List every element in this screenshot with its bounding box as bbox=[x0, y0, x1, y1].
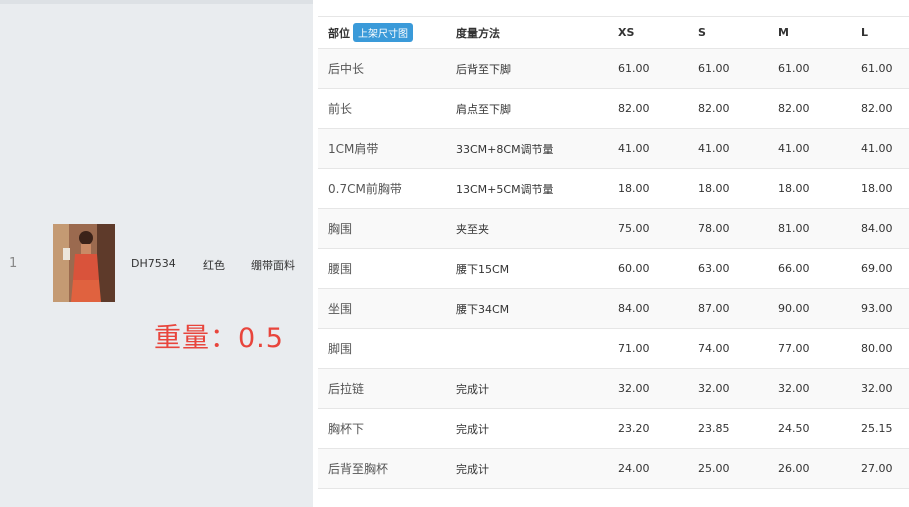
header-part: 部位 上架尺寸图 bbox=[318, 16, 446, 49]
cell-method: 完成计 bbox=[446, 448, 608, 489]
cell-size-value: 18.00 bbox=[851, 168, 909, 209]
table-row: 后背至胸杯 完成计 24.00 25.00 26.00 27.00 bbox=[318, 448, 909, 489]
cell-part: 脚围 bbox=[318, 328, 446, 369]
cell-part: 后中长 bbox=[318, 48, 446, 89]
cell-size-value: 24.00 bbox=[608, 448, 688, 489]
cell-size-value: 61.00 bbox=[608, 48, 688, 89]
size-chart-badge-button[interactable]: 上架尺寸图 bbox=[353, 23, 413, 42]
cell-size-value: 84.00 bbox=[851, 208, 909, 249]
cell-size-value: 80.00 bbox=[851, 328, 909, 369]
table-row: 后中长 后背至下脚 61.00 61.00 61.00 61.00 bbox=[318, 48, 909, 89]
table-row: 0.7CM前胸带 13CM+5CM调节量 18.00 18.00 18.00 18.00 bbox=[318, 168, 909, 209]
cell-size-value: 90.00 bbox=[768, 288, 851, 329]
header-size-s: S bbox=[688, 16, 768, 49]
cell-size-value: 84.00 bbox=[608, 288, 688, 329]
table-row: 1CM肩带 33CM+8CM调节量 41.00 41.00 41.00 41.00 bbox=[318, 128, 909, 169]
header-method: 度量方法 bbox=[446, 16, 608, 49]
table-row: 坐围 腰下34CM 84.00 87.00 90.00 93.00 bbox=[318, 288, 909, 329]
cell-method: 完成计 bbox=[446, 368, 608, 409]
cell-size-value: 61.00 bbox=[768, 48, 851, 89]
cell-size-value: 25.15 bbox=[851, 408, 909, 449]
cell-part: 后拉链 bbox=[318, 368, 446, 409]
cell-size-value: 32.00 bbox=[688, 368, 768, 409]
cell-method: 腰下34CM bbox=[446, 288, 608, 329]
cell-size-value: 93.00 bbox=[851, 288, 909, 329]
cell-size-value: 61.00 bbox=[851, 48, 909, 89]
table-row: 后拉链 完成计 32.00 32.00 32.00 32.00 bbox=[318, 368, 909, 409]
row-index: 1 bbox=[9, 256, 18, 271]
product-thumbnail[interactable] bbox=[53, 224, 115, 302]
cell-part: 前长 bbox=[318, 88, 446, 129]
header-size-l: L bbox=[851, 16, 909, 49]
cell-part: 1CM肩带 bbox=[318, 128, 446, 169]
size-table-body: 后中长 后背至下脚 61.00 61.00 61.00 61.00 前长 肩点至下脚 82.00… bbox=[318, 48, 909, 489]
cell-size-value: 63.00 bbox=[688, 248, 768, 289]
cell-size-value: 75.00 bbox=[608, 208, 688, 249]
cell-size-value: 81.00 bbox=[768, 208, 851, 249]
cell-size-value: 41.00 bbox=[851, 128, 909, 169]
cell-size-value: 41.00 bbox=[608, 128, 688, 169]
cell-size-value: 26.00 bbox=[768, 448, 851, 489]
header-size-xs: XS bbox=[608, 16, 688, 49]
cell-size-value: 66.00 bbox=[768, 248, 851, 289]
table-row: 胸围 夹至夹 75.00 78.00 81.00 84.00 bbox=[318, 208, 909, 249]
table-row: 前长 肩点至下脚 82.00 82.00 82.00 82.00 bbox=[318, 88, 909, 129]
cell-size-value: 82.00 bbox=[768, 88, 851, 129]
cell-size-value: 74.00 bbox=[688, 328, 768, 369]
cell-size-value: 61.00 bbox=[688, 48, 768, 89]
cell-size-value: 77.00 bbox=[768, 328, 851, 369]
table-row: 脚围 71.00 74.00 77.00 80.00 bbox=[318, 328, 909, 369]
cell-size-value: 60.00 bbox=[608, 248, 688, 289]
header-part-label: 部位 bbox=[328, 27, 350, 40]
page: 1 DH7534 红色 绷带面料 重量：0.5 部位 上架尺寸图 度量方法 XS… bbox=[0, 0, 909, 507]
product-sku: DH7534 bbox=[131, 257, 176, 270]
cell-size-value: 32.00 bbox=[608, 368, 688, 409]
cell-method: 完成计 bbox=[446, 408, 608, 449]
cell-size-value: 23.85 bbox=[688, 408, 768, 449]
cell-size-value: 69.00 bbox=[851, 248, 909, 289]
cell-part: 0.7CM前胸带 bbox=[318, 168, 446, 209]
cell-size-value: 24.50 bbox=[768, 408, 851, 449]
header-size-m: M bbox=[768, 16, 851, 49]
table-row: 腰围 腰下15CM 60.00 63.00 66.00 69.00 bbox=[318, 248, 909, 289]
cell-part: 胸围 bbox=[318, 208, 446, 249]
size-table-header: 部位 上架尺寸图 度量方法 XS S M L bbox=[318, 16, 909, 49]
cell-part: 后背至胸杯 bbox=[318, 448, 446, 489]
cell-size-value: 41.00 bbox=[768, 128, 851, 169]
cell-part: 坐围 bbox=[318, 288, 446, 329]
cell-method: 夹至夹 bbox=[446, 208, 608, 249]
cell-method bbox=[446, 328, 608, 369]
cell-method: 13CM+5CM调节量 bbox=[446, 168, 608, 209]
cell-size-value: 71.00 bbox=[608, 328, 688, 369]
cell-size-value: 82.00 bbox=[688, 88, 768, 129]
table-row: 胸杯下 完成计 23.20 23.85 24.50 25.15 bbox=[318, 408, 909, 449]
cell-size-value: 78.00 bbox=[688, 208, 768, 249]
cell-size-value: 41.00 bbox=[688, 128, 768, 169]
cell-part: 腰围 bbox=[318, 248, 446, 289]
cell-size-value: 32.00 bbox=[768, 368, 851, 409]
cell-size-value: 87.00 bbox=[688, 288, 768, 329]
cell-part: 胸杯下 bbox=[318, 408, 446, 449]
cell-size-value: 25.00 bbox=[688, 448, 768, 489]
product-photo-icon bbox=[53, 224, 115, 302]
product-weight: 重量：0.5 bbox=[154, 323, 284, 354]
cell-size-value: 27.00 bbox=[851, 448, 909, 489]
cell-size-value: 18.00 bbox=[768, 168, 851, 209]
cell-size-value: 82.00 bbox=[851, 88, 909, 129]
cell-method: 后背至下脚 bbox=[446, 48, 608, 89]
cell-method: 33CM+8CM调节量 bbox=[446, 128, 608, 169]
cell-size-value: 82.00 bbox=[608, 88, 688, 129]
cell-size-value: 18.00 bbox=[688, 168, 768, 209]
product-panel: 1 DH7534 红色 绷带面料 重量：0.5 bbox=[0, 0, 313, 507]
product-material: 绷带面料 bbox=[251, 259, 295, 272]
cell-size-value: 23.20 bbox=[608, 408, 688, 449]
cell-method: 腰下15CM bbox=[446, 248, 608, 289]
size-table: 部位 上架尺寸图 度量方法 XS S M L 后中长 后背至下脚 61.00 61.00… bbox=[318, 16, 909, 489]
product-color: 红色 bbox=[203, 259, 225, 272]
cell-size-value: 32.00 bbox=[851, 368, 909, 409]
cell-method: 肩点至下脚 bbox=[446, 88, 608, 129]
cell-size-value: 18.00 bbox=[608, 168, 688, 209]
